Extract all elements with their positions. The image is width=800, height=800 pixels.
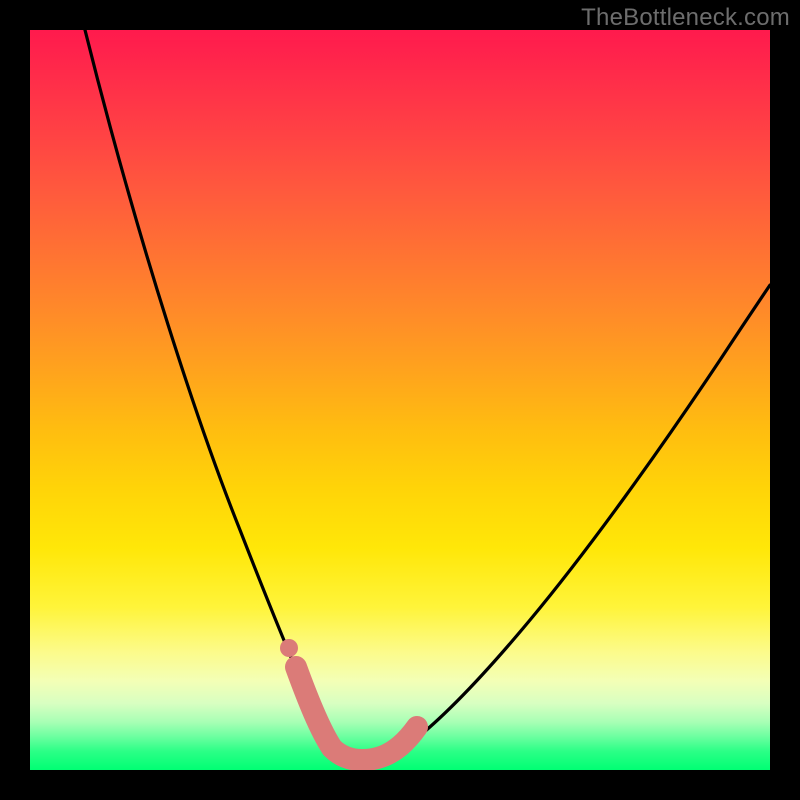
dot-marker bbox=[280, 639, 298, 657]
curve-layer bbox=[30, 30, 770, 770]
watermark-text: TheBottleneck.com bbox=[581, 4, 790, 32]
chart-frame: TheBottleneck.com bbox=[0, 0, 800, 800]
plot-area bbox=[30, 30, 770, 770]
thick-segment bbox=[296, 667, 417, 760]
bottleneck-curve bbox=[85, 30, 770, 758]
